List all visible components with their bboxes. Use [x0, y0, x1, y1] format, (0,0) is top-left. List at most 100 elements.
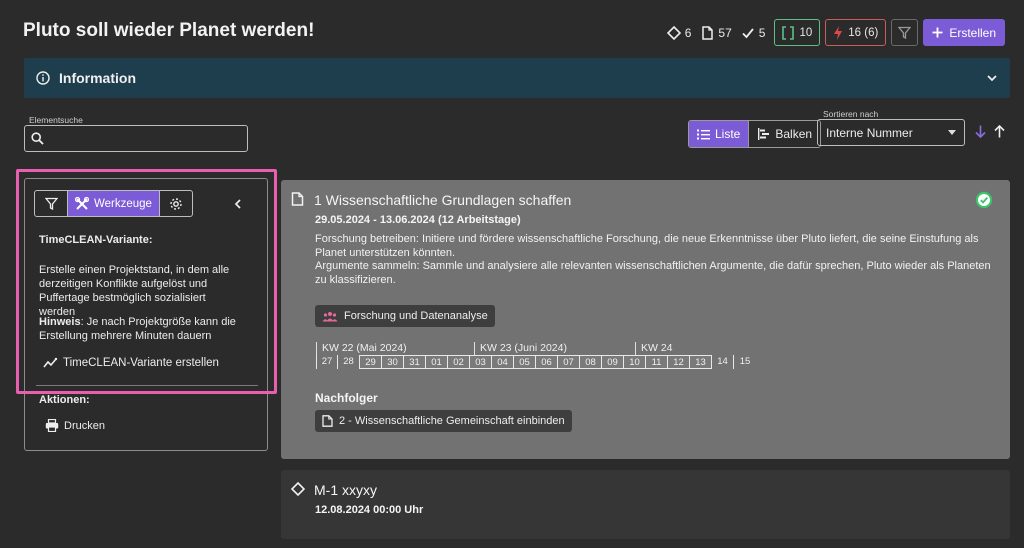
settings-button[interactable] [160, 191, 192, 216]
timeline-day: 31 [404, 355, 426, 369]
timeline-day: 01 [426, 355, 448, 369]
create-button-label: Erstellen [949, 25, 996, 40]
timeline-day: 04 [492, 355, 514, 369]
sort-select-value: Interne Nummer [826, 125, 913, 140]
task-count: 57 [700, 25, 732, 40]
timeline-day: 15 [739, 356, 751, 367]
tools-tab-button[interactable]: Werkzeuge [67, 191, 160, 216]
timeline-week: KW 22 (Mai 2024) [316, 342, 407, 356]
filter-icon [898, 26, 912, 39]
tools-tab-label: Werkzeuge [94, 197, 152, 210]
milestone-count-value: 6 [684, 25, 692, 40]
bar-view-label: Balken [775, 127, 813, 141]
task-description-line-2: Argumente sammeln: Sammle und analysiere… [315, 260, 991, 286]
tools-icon [75, 196, 89, 210]
chevron-down-icon[interactable] [986, 74, 998, 82]
search-field[interactable] [24, 125, 248, 152]
create-variant-button[interactable]: TimeCLEAN-Variante erstellen [43, 357, 219, 369]
timeline-day: 14 [712, 355, 734, 369]
variant-title: TimeCLEAN-Variante: [39, 234, 153, 246]
timeline-day: 03 [470, 355, 492, 369]
timeline-day: 29 [360, 355, 382, 369]
task-date-range: 29.05.2024 - 13.06.2024 (12 Arbeitstage) [315, 214, 521, 226]
search-icon [31, 132, 44, 145]
sort-select[interactable]: Interne Nummer [817, 119, 965, 146]
panel-filter-button[interactable] [35, 191, 67, 216]
page-title: Pluto soll wieder Planet werden! [23, 20, 315, 41]
conflict-chip[interactable]: 16 (6) [825, 19, 887, 46]
timeline-day: 28 [338, 355, 360, 369]
print-label: Drucken [64, 419, 105, 432]
document-icon [322, 415, 333, 427]
timeline-day: 27 [316, 355, 338, 369]
task-title[interactable]: 1 Wissenschaftliche Grundlagen schaffen [314, 192, 571, 208]
gantt-icon [758, 128, 770, 140]
panel-divider [36, 385, 258, 386]
task-count-value: 57 [718, 25, 732, 40]
timeline-day: 09 [602, 355, 624, 369]
lightning-icon [834, 25, 843, 40]
header-toolbar: 6 57 5 10 16 (6) Erstellen [666, 19, 1005, 46]
done-count: 5 [741, 25, 766, 40]
timeline-days: 27 28 29 30 31 01 02 03 04 05 06 07 08 0… [316, 355, 756, 369]
sort-descending-icon[interactable] [975, 125, 986, 138]
sort-ascending-icon[interactable] [994, 125, 1005, 138]
document-icon [291, 192, 304, 206]
timeline-week: KW 23 (Juni 2024) [474, 342, 567, 356]
caret-down-icon [948, 130, 956, 135]
timeline-day: 07 [558, 355, 580, 369]
timeline-week: KW 24 [635, 342, 673, 356]
variant-description: Erstelle einen Projektstand, in dem alle… [39, 264, 230, 318]
search-label: Elementsuche [29, 115, 83, 125]
information-panel-header[interactable]: Information [24, 58, 1010, 98]
sort-label: Sortieren nach [823, 109, 879, 119]
actions-label: Aktionen: [39, 394, 90, 406]
successor-link[interactable]: 2 - Wissenschaftliche Gemeinschaft einbi… [315, 410, 572, 432]
chevron-left-icon[interactable] [234, 199, 242, 209]
team-tag[interactable]: Forschung und Datenanalyse [315, 305, 495, 327]
plus-icon [932, 27, 943, 38]
create-variant-label: TimeCLEAN-Variante erstellen [63, 357, 219, 369]
list-view-label: Liste [715, 127, 741, 141]
timeline-day: 13 [690, 355, 712, 369]
timeline-day: 10 [624, 355, 646, 369]
team-tag-label: Forschung und Datenanalyse [344, 310, 488, 322]
task-description: Forschung betreiben: Initiere und förder… [315, 233, 995, 287]
search-input[interactable] [50, 131, 230, 146]
print-button[interactable]: Drucken [45, 419, 105, 432]
hint-label: Hinweis [39, 316, 81, 328]
successor-label: Nachfolger [315, 391, 378, 405]
done-count-value: 5 [758, 25, 766, 40]
timeline-day: 11 [646, 355, 668, 369]
milestone-date: 12.08.2024 00:00 Uhr [315, 504, 424, 516]
list-icon [697, 129, 710, 139]
buffer-chip[interactable]: 10 [774, 19, 821, 46]
conflict-chip-value: 16 (6) [848, 26, 879, 39]
successor-link-label: 2 - Wissenschaftliche Gemeinschaft einbi… [339, 415, 565, 427]
bar-view-button[interactable]: Balken [748, 121, 821, 147]
team-icon [322, 311, 338, 321]
filter-icon [44, 197, 58, 210]
info-icon [36, 71, 50, 85]
bracket-icon [782, 25, 795, 40]
task-description-line-1: Forschung betreiben: Initiere und förder… [315, 233, 979, 259]
timeline-weeks: KW 22 (Mai 2024) KW 23 (Juni 2024) KW 24 [316, 342, 816, 356]
diamond-icon [291, 482, 305, 496]
printer-icon [45, 419, 59, 432]
timeline-day: 08 [580, 355, 602, 369]
check-icon [742, 27, 754, 38]
filter-button[interactable] [891, 19, 919, 46]
timeline-day: 02 [448, 355, 470, 369]
check-circle-icon [975, 191, 993, 209]
create-button[interactable]: Erstellen [923, 19, 1005, 46]
document-icon [702, 25, 714, 40]
diamond-icon [666, 25, 681, 40]
trend-icon [43, 357, 58, 368]
variant-hint: Hinweis: Je nach Projektgröße kann die E… [39, 315, 239, 343]
milestone-title[interactable]: M-1 xxyxy [314, 482, 377, 498]
milestone-count: 6 [666, 25, 692, 40]
panel-tool-group: Werkzeuge [34, 190, 193, 217]
information-title: Information [59, 70, 136, 86]
list-view-button[interactable]: Liste [689, 121, 749, 147]
timeline-day: 05 [514, 355, 536, 369]
